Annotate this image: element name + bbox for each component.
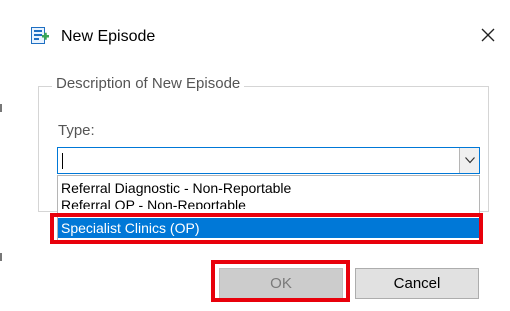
text-caret <box>62 153 63 169</box>
background-mark <box>0 253 2 261</box>
close-icon <box>481 28 495 42</box>
dropdown-option-selected[interactable]: Specialist Clinics (OP) <box>58 218 479 238</box>
dropdown-option[interactable]: Referral OP - Non-Reportable <box>58 197 479 209</box>
ok-button[interactable]: OK <box>219 268 343 299</box>
close-button[interactable] <box>473 20 503 50</box>
new-episode-icon <box>31 27 49 44</box>
type-combobox[interactable] <box>57 147 480 174</box>
type-input[interactable] <box>58 148 462 173</box>
chevron-down-icon <box>465 157 475 164</box>
dialog-title: New Episode <box>61 28 156 45</box>
background-mark <box>0 104 2 112</box>
new-episode-dialog: New Episode Description of New Episode T… <box>0 0 510 311</box>
window-left-edge <box>0 0 4 311</box>
type-dropdown-button[interactable] <box>459 148 479 173</box>
dropdown-option[interactable]: Referral Diagnostic - Non-Reportable <box>58 180 479 197</box>
type-label: Type: <box>58 122 95 139</box>
groupbox-legend: Description of New Episode <box>52 74 245 94</box>
cancel-button[interactable]: Cancel <box>355 268 479 299</box>
type-dropdown-list: Referral Diagnostic - Non-Reportable Ref… <box>57 175 480 241</box>
